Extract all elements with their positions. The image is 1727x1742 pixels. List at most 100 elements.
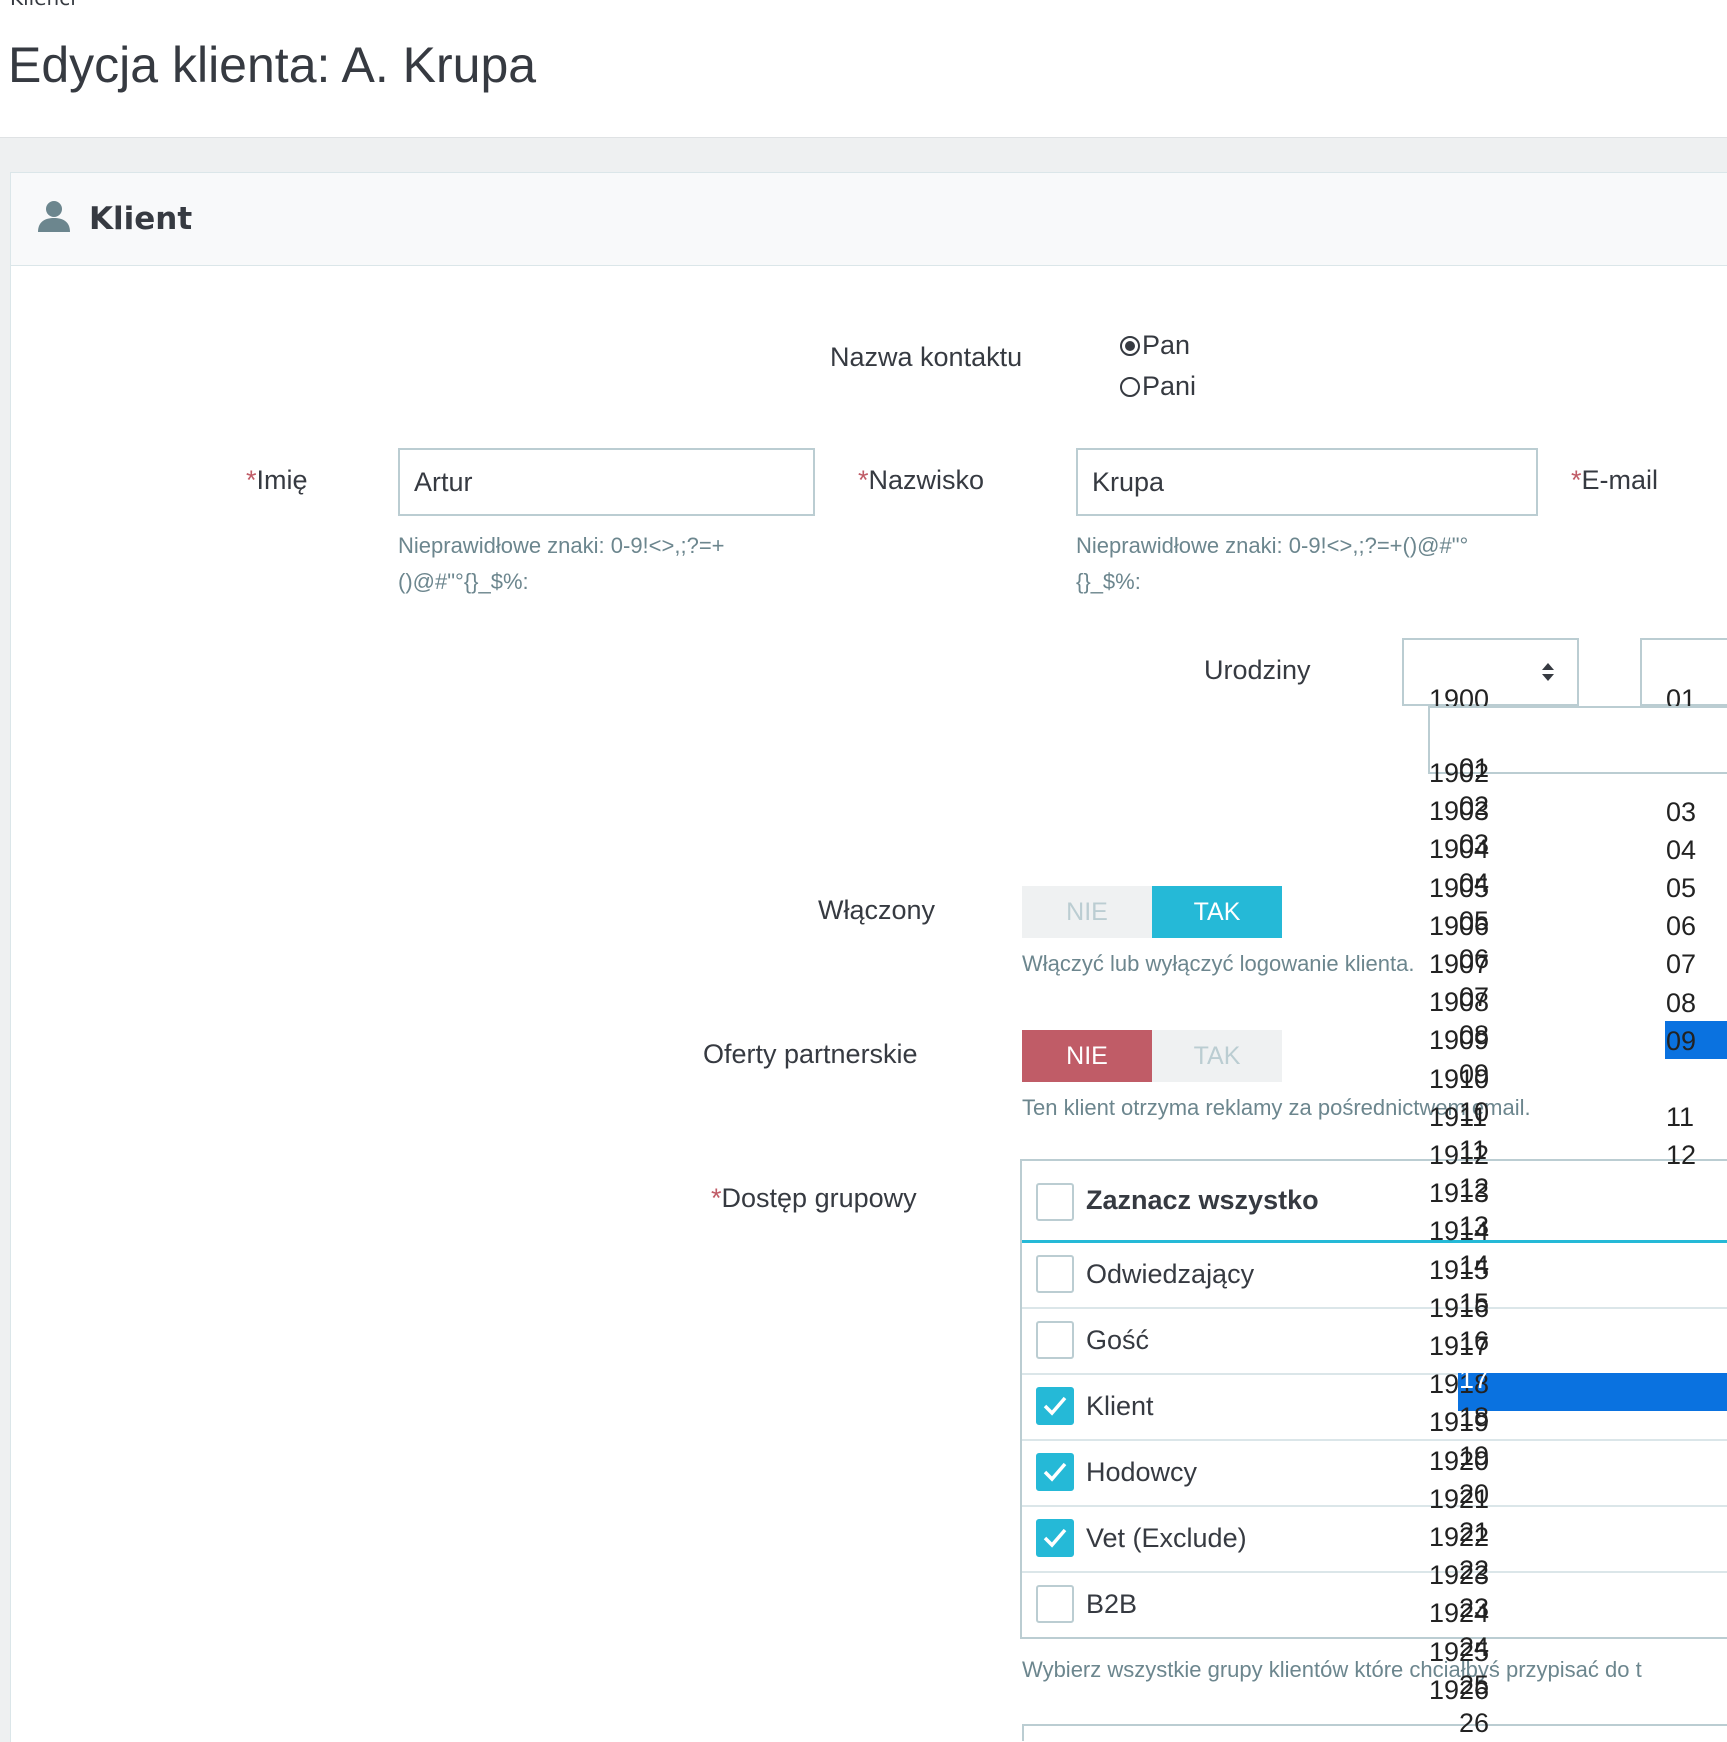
groups-label: *Dostęp grupowy (711, 1183, 917, 1214)
sort-caret-icon (1542, 663, 1554, 681)
firstname-input[interactable]: Artur (398, 448, 815, 516)
title-radio-pani[interactable]: Pani (1120, 371, 1196, 402)
day-option[interactable]: 04 (1459, 868, 1489, 898)
day-option[interactable]: 14 (1459, 1250, 1489, 1280)
day-option[interactable]: 13 (1459, 1211, 1489, 1241)
day-selected-highlight (1458, 1373, 1727, 1412)
day-option[interactable]: 22 (1459, 1555, 1489, 1585)
day-option[interactable]: 26 (1459, 1708, 1489, 1738)
groups-label-text: Dostęp grupowy (721, 1183, 917, 1213)
group-checkbox-checked[interactable] (1036, 1453, 1074, 1491)
group-row[interactable]: B2B (1022, 1573, 1727, 1639)
group-row[interactable]: Gość (1022, 1309, 1727, 1375)
group-label: B2B (1086, 1589, 1138, 1619)
day-option[interactable]: 23 (1459, 1593, 1489, 1623)
select-all-label: Zaznacz wszystko (1086, 1185, 1319, 1215)
month-option[interactable]: 06 (1666, 911, 1696, 941)
title-radio-pan-label: Pan (1142, 330, 1191, 360)
firstname-help-2: ()@#"°{}_$%: (398, 569, 529, 594)
day-option[interactable]: 06 (1459, 944, 1489, 974)
day-option[interactable]: 12 (1459, 1173, 1489, 1203)
day-option[interactable]: 24 (1459, 1632, 1489, 1662)
group-label: Odwiedzający (1086, 1259, 1255, 1289)
month-option[interactable]: 09 (1666, 1026, 1696, 1056)
month-option[interactable]: 05 (1666, 873, 1696, 903)
group-label: Hodowcy (1086, 1457, 1198, 1487)
enabled-yes-option[interactable]: TAK (1152, 886, 1282, 938)
lastname-label: *Nazwisko (858, 465, 984, 496)
month-option[interactable]: 10 (1666, 1064, 1696, 1094)
enabled-help: Włączyć lub wyłączyć logowanie klienta. (1022, 951, 1415, 976)
group-label: Vet (Exclude) (1086, 1523, 1247, 1553)
day-option[interactable]: 05 (1459, 906, 1489, 936)
enabled-no-option[interactable]: NIE (1022, 886, 1152, 938)
enabled-label: Włączony (818, 895, 936, 925)
day-option[interactable]: 16 (1459, 1326, 1489, 1356)
lastname-help-2: {}_$%: (1076, 569, 1141, 594)
panel-title: Klient (89, 201, 193, 237)
check-icon (1043, 1396, 1067, 1416)
check-icon (1043, 1462, 1067, 1482)
required-mark: * (858, 465, 869, 495)
group-checkbox-checked[interactable] (1036, 1519, 1074, 1557)
optin-switch[interactable]: NIE TAK (1022, 1030, 1282, 1082)
day-option[interactable]: 11 (1459, 1135, 1487, 1165)
required-mark: * (246, 465, 257, 495)
panel-heading: Klient (11, 173, 1727, 266)
month-option[interactable]: 04 (1666, 835, 1696, 865)
day-option[interactable]: 18 (1459, 1402, 1489, 1432)
firstname-label-text: Imię (256, 465, 308, 495)
required-mark: * (711, 1183, 722, 1213)
group-checkbox-checked[interactable] (1036, 1387, 1074, 1425)
optin-label: Oferty partnerskie (703, 1039, 918, 1069)
radio-unchecked-icon[interactable] (1120, 376, 1140, 397)
check-icon (1043, 1528, 1067, 1548)
group-row[interactable]: Vet (Exclude) (1022, 1507, 1727, 1573)
lastname-input[interactable]: Krupa (1076, 448, 1538, 516)
email-label-text: E-mail (1581, 465, 1659, 495)
optin-yes-option[interactable]: TAK (1152, 1030, 1282, 1082)
month-option[interactable]: 07 (1666, 949, 1696, 979)
firstname-help-1: Nieprawidłowe znaki: 0-9!<>,;?=+ (398, 533, 725, 558)
day-option[interactable]: 08 (1459, 1020, 1489, 1050)
radio-checked-icon[interactable] (1120, 335, 1140, 356)
day-option[interactable]: 09 (1459, 1059, 1489, 1089)
contact-name-label: Nazwa kontaktu (830, 342, 1023, 372)
day-option[interactable]: 19 (1459, 1441, 1489, 1471)
birthday-label: Urodziny (1204, 655, 1311, 685)
day-option[interactable]: 21 (1459, 1517, 1489, 1547)
select-all-checkbox[interactable] (1036, 1183, 1074, 1221)
next-field-box (1022, 1724, 1727, 1741)
day-option[interactable]: 17 (1459, 1364, 1489, 1394)
month-option[interactable]: 11 (1666, 1102, 1694, 1132)
group-row[interactable]: Hodowcy (1022, 1441, 1727, 1507)
day-option[interactable]: 20 (1459, 1479, 1489, 1509)
optin-no-option[interactable]: NIE (1022, 1030, 1152, 1082)
email-label: *E-mail (1571, 465, 1658, 496)
group-label: Klient (1086, 1391, 1154, 1421)
select-all-row[interactable]: Zaznacz wszystko (1022, 1161, 1727, 1243)
day-option[interactable]: 07 (1459, 982, 1489, 1012)
day-option[interactable]: 02 (1459, 791, 1489, 821)
enabled-switch[interactable]: NIE TAK (1022, 886, 1282, 938)
group-checkbox[interactable] (1036, 1255, 1074, 1293)
day-option[interactable]: 01 (1459, 753, 1489, 783)
day-option[interactable]: 15 (1459, 1288, 1489, 1318)
breadcrumb[interactable]: Klienci (10, 0, 76, 10)
groups-help: Wybierz wszystkie grupy klientów które c… (1022, 1657, 1642, 1682)
title-radio-pan[interactable]: Pan (1120, 330, 1190, 361)
day-option[interactable]: 25 (1459, 1670, 1489, 1700)
month-option[interactable]: 08 (1666, 988, 1696, 1018)
required-mark: * (1571, 465, 1582, 495)
page-header: Klienci Edycja klienta: A. Krupa (0, 0, 1727, 138)
lastname-help-1: Nieprawidłowe znaki: 0-9!<>,;?=+()@#"° (1076, 533, 1469, 558)
lastname-label-text: Nazwisko (868, 465, 985, 495)
group-checkbox[interactable] (1036, 1585, 1074, 1623)
month-option[interactable]: 12 (1666, 1140, 1696, 1170)
group-checkbox[interactable] (1036, 1321, 1074, 1359)
title-radio-pani-label: Pani (1142, 371, 1197, 401)
day-option[interactable]: 03 (1459, 829, 1489, 859)
month-option[interactable]: 03 (1666, 797, 1696, 827)
day-option[interactable]: 10 (1459, 1097, 1489, 1127)
group-row[interactable]: Odwiedzający (1022, 1243, 1727, 1309)
